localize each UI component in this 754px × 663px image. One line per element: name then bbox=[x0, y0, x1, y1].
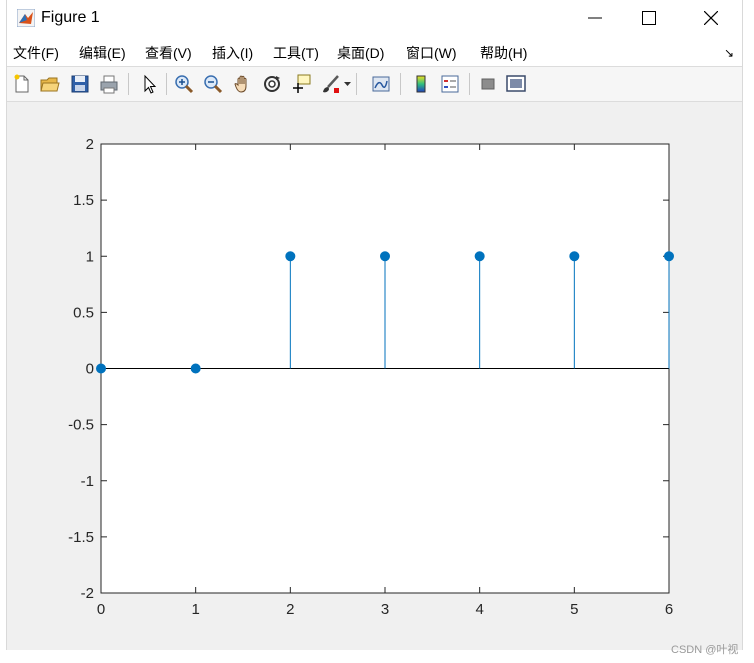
axes: 0 1 2 3 4 5 6 2 1.5 1 0.5 0 -0.5 -1 -1.5 -2 bbox=[68, 136, 673, 618]
stem-marker bbox=[664, 251, 674, 262]
y-tick-label: 0 bbox=[86, 361, 94, 378]
stem-marker bbox=[285, 251, 296, 262]
x-tick-label: 4 bbox=[475, 601, 483, 618]
stem-marker bbox=[569, 251, 580, 262]
stem-marker bbox=[380, 251, 390, 262]
y-tick-label: -0.5 bbox=[68, 417, 94, 434]
y-tick-label: -1 bbox=[81, 473, 94, 490]
y-tick-label: 0.5 bbox=[73, 304, 94, 321]
watermark: CSDN @叶视 bbox=[671, 644, 739, 656]
stem-marker bbox=[474, 251, 485, 262]
x-tick-label: 2 bbox=[286, 601, 294, 618]
x-tick-label: 1 bbox=[191, 601, 199, 618]
stem-marker bbox=[190, 363, 201, 374]
x-tick-label: 6 bbox=[665, 601, 673, 618]
x-tick-label: 3 bbox=[381, 601, 389, 618]
y-tick-label: -2 bbox=[81, 585, 94, 602]
stem-marker bbox=[96, 363, 106, 374]
x-tick-label: 0 bbox=[97, 601, 105, 618]
y-tick-label: 1.5 bbox=[73, 192, 94, 209]
y-tick-label: -1.5 bbox=[68, 529, 94, 546]
x-tick-label: 5 bbox=[570, 601, 578, 618]
y-tick-label: 2 bbox=[86, 136, 94, 153]
y-tick-label: 1 bbox=[86, 248, 94, 265]
stem-plot: 0 1 2 3 4 5 6 2 1.5 1 0.5 0 -0.5 -1 -1.5 -2 bbox=[68, 136, 674, 618]
